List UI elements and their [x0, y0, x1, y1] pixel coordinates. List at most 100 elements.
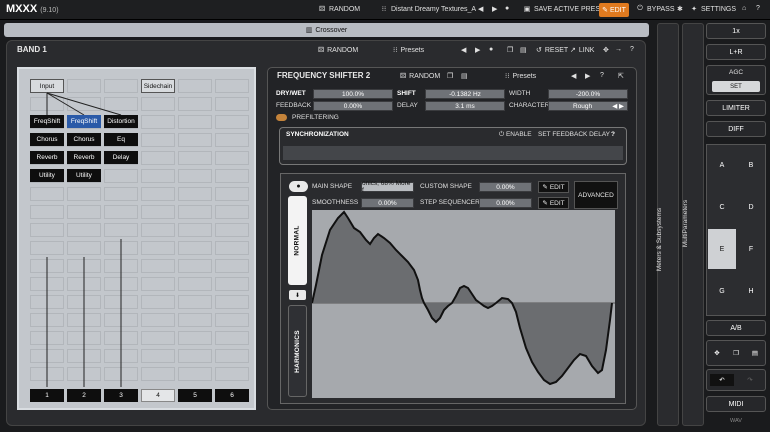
fx-random-button[interactable]: ⚄ RANDOM	[400, 72, 440, 81]
band-presets-button[interactable]: ⁝⁝ Presets	[393, 46, 424, 55]
save-preset-button[interactable]: ▣ SAVE ACTIVE PRESET	[523, 5, 609, 14]
slot-b-button[interactable]: B	[737, 145, 765, 185]
band-arrow-button[interactable]: →	[615, 46, 622, 53]
effect-slot[interactable]: Chorus	[30, 133, 64, 146]
output-6-button[interactable]: 6	[215, 389, 249, 402]
slot-d-button[interactable]: D	[737, 187, 765, 227]
undo-icon[interactable]: ↶	[710, 374, 734, 386]
output-2-button[interactable]: 2	[67, 389, 101, 402]
effect-slot[interactable]: FreqShift	[30, 115, 64, 128]
output-3-button[interactable]: 3	[104, 389, 138, 402]
band-reset-button[interactable]: ↺ RESET	[536, 46, 568, 55]
limiter-button[interactable]: LIMITER	[706, 100, 766, 116]
tab-harmonics[interactable]: HARMONICS	[288, 305, 307, 397]
fx-collapse-button[interactable]: ⇱	[618, 72, 624, 80]
step-sequencer-value[interactable]: 0.00%	[479, 198, 532, 208]
band-help-button[interactable]: ?	[630, 46, 634, 53]
effect-slot[interactable]: Chorus	[67, 133, 101, 146]
fx-copy-button[interactable]: ❐	[447, 72, 453, 80]
download-icon[interactable]: ⬇	[289, 290, 306, 300]
redo-icon[interactable]: ↷	[738, 374, 762, 386]
agc-set-button[interactable]: SET	[712, 81, 760, 92]
band-next-button[interactable]: ▶	[475, 46, 480, 54]
sync-help-button[interactable]: ?	[611, 131, 615, 138]
fx-next-button[interactable]: ▶	[585, 72, 590, 80]
bypass-button[interactable]: ⏻ BYPASS	[636, 5, 674, 13]
diff-button[interactable]: DIFF	[706, 121, 766, 137]
effect-slot[interactable]: Reverb	[30, 151, 64, 164]
sync-settings-bar[interactable]	[283, 146, 623, 160]
waveform-graph[interactable]	[311, 210, 615, 398]
preset-prev-button[interactable]: ◀	[478, 5, 483, 13]
effect-slot[interactable]: Utility	[30, 169, 64, 182]
band-paste-button[interactable]: ▤	[520, 46, 527, 54]
band-expand-button[interactable]: ✥	[603, 46, 609, 54]
ab-button[interactable]: A/B	[706, 320, 766, 336]
expand-icon[interactable]: ✥	[709, 347, 725, 359]
drywet-value[interactable]: 100.0%	[313, 89, 393, 99]
fx-prev-button[interactable]: ◀	[571, 72, 576, 80]
advanced-button[interactable]: ADVANCED	[574, 181, 618, 209]
route-line	[46, 92, 85, 116]
output-1-button[interactable]: 1	[30, 389, 64, 402]
fx-help-button[interactable]: ?	[600, 72, 604, 79]
smoothness-value[interactable]: 0.00%	[361, 198, 414, 208]
fx-presets-button[interactable]: ⁝⁝ Presets	[505, 72, 536, 81]
preset-selector[interactable]: ⁝⁝ Distant Dreamy Textures_A	[380, 5, 476, 14]
effect-slot[interactable]: Eq	[104, 133, 138, 146]
edit-button[interactable]: ✎ EDIT	[599, 3, 629, 17]
prefiltering-toggle[interactable]	[276, 114, 287, 121]
info-button[interactable]: ✱	[677, 5, 683, 13]
step-sequencer-edit-button[interactable]: ✎ EDIT	[538, 197, 569, 209]
slot-a-button[interactable]: A	[708, 145, 736, 185]
slot-c-button[interactable]: C	[708, 187, 736, 227]
band-menu-button[interactable]: ●	[489, 46, 493, 53]
set-feedback-delay-button[interactable]: SET FEEDBACK DELAY	[538, 131, 610, 138]
home-button[interactable]: ⌂	[742, 5, 746, 12]
band-random-button[interactable]: ⚄ RANDOM	[318, 46, 358, 55]
preset-menu-button[interactable]: ●	[505, 5, 509, 12]
delay-value[interactable]: 3.1 ms	[425, 101, 505, 111]
effect-slot[interactable]: Delay	[104, 151, 138, 164]
band-link-button[interactable]: ↗ LINK	[570, 46, 594, 55]
width-value[interactable]: -200.0%	[548, 89, 628, 99]
routing-grid[interactable]: Input Sidechain FreqShift Chorus Reverb Utili…	[17, 67, 256, 410]
settings-button[interactable]: ✦ SETTINGS	[690, 5, 736, 14]
slot-g-button[interactable]: G	[708, 271, 736, 311]
fx-paste-button[interactable]: ▤	[461, 72, 468, 80]
copy-icon[interactable]: ❐	[728, 347, 744, 359]
slot-h-button[interactable]: H	[737, 271, 765, 311]
effect-slot[interactable]: FreqShift	[67, 115, 101, 128]
band-copy-button[interactable]: ❐	[507, 46, 513, 54]
effect-slot[interactable]: Distortion	[104, 115, 138, 128]
character-select[interactable]: Rough ◀ ▶	[548, 101, 628, 111]
midi-button[interactable]: MIDI	[706, 396, 766, 412]
fx-title: FREQUENCY SHIFTER 2	[277, 71, 371, 80]
sync-enable-button[interactable]: ⏻ ENABLE	[499, 131, 532, 139]
feedback-value[interactable]: 0.00%	[313, 101, 393, 111]
edit-icon: ✎	[542, 184, 548, 191]
channel-mode-button[interactable]: L+R	[706, 44, 766, 60]
shift-value[interactable]: -0.1382 Hz	[425, 89, 505, 99]
slot-f-button[interactable]: F	[737, 229, 765, 269]
effect-slot[interactable]: Reverb	[67, 151, 101, 164]
help-button[interactable]: ?	[756, 5, 760, 12]
paste-icon[interactable]: ▤	[747, 347, 763, 359]
zoom-button[interactable]: 1x	[706, 23, 766, 39]
output-5-button[interactable]: 5	[178, 389, 212, 402]
custom-shape-value[interactable]: 0.00%	[479, 182, 532, 192]
copy-icon: ❐	[507, 47, 514, 54]
custom-shape-edit-button[interactable]: ✎ EDIT	[538, 181, 569, 193]
random-button[interactable]: ⚄ RANDOM	[318, 5, 360, 14]
main-shape-select[interactable]: onics, 68% More f	[361, 180, 414, 194]
band-prev-button[interactable]: ◀	[461, 46, 466, 54]
chat-icon[interactable]: ●	[289, 181, 308, 192]
output-4-button[interactable]: 4	[141, 389, 175, 402]
effect-slot[interactable]: Utility	[67, 169, 101, 182]
preset-next-button[interactable]: ▶	[492, 5, 497, 13]
crossover-bar[interactable]: ▥ Crossover	[4, 23, 649, 37]
delay-label: DELAY	[397, 102, 418, 109]
tab-normal[interactable]: NORMAL	[288, 196, 307, 285]
slot-e-button[interactable]: E	[708, 229, 736, 269]
agc-button[interactable]: AGC	[729, 69, 743, 76]
